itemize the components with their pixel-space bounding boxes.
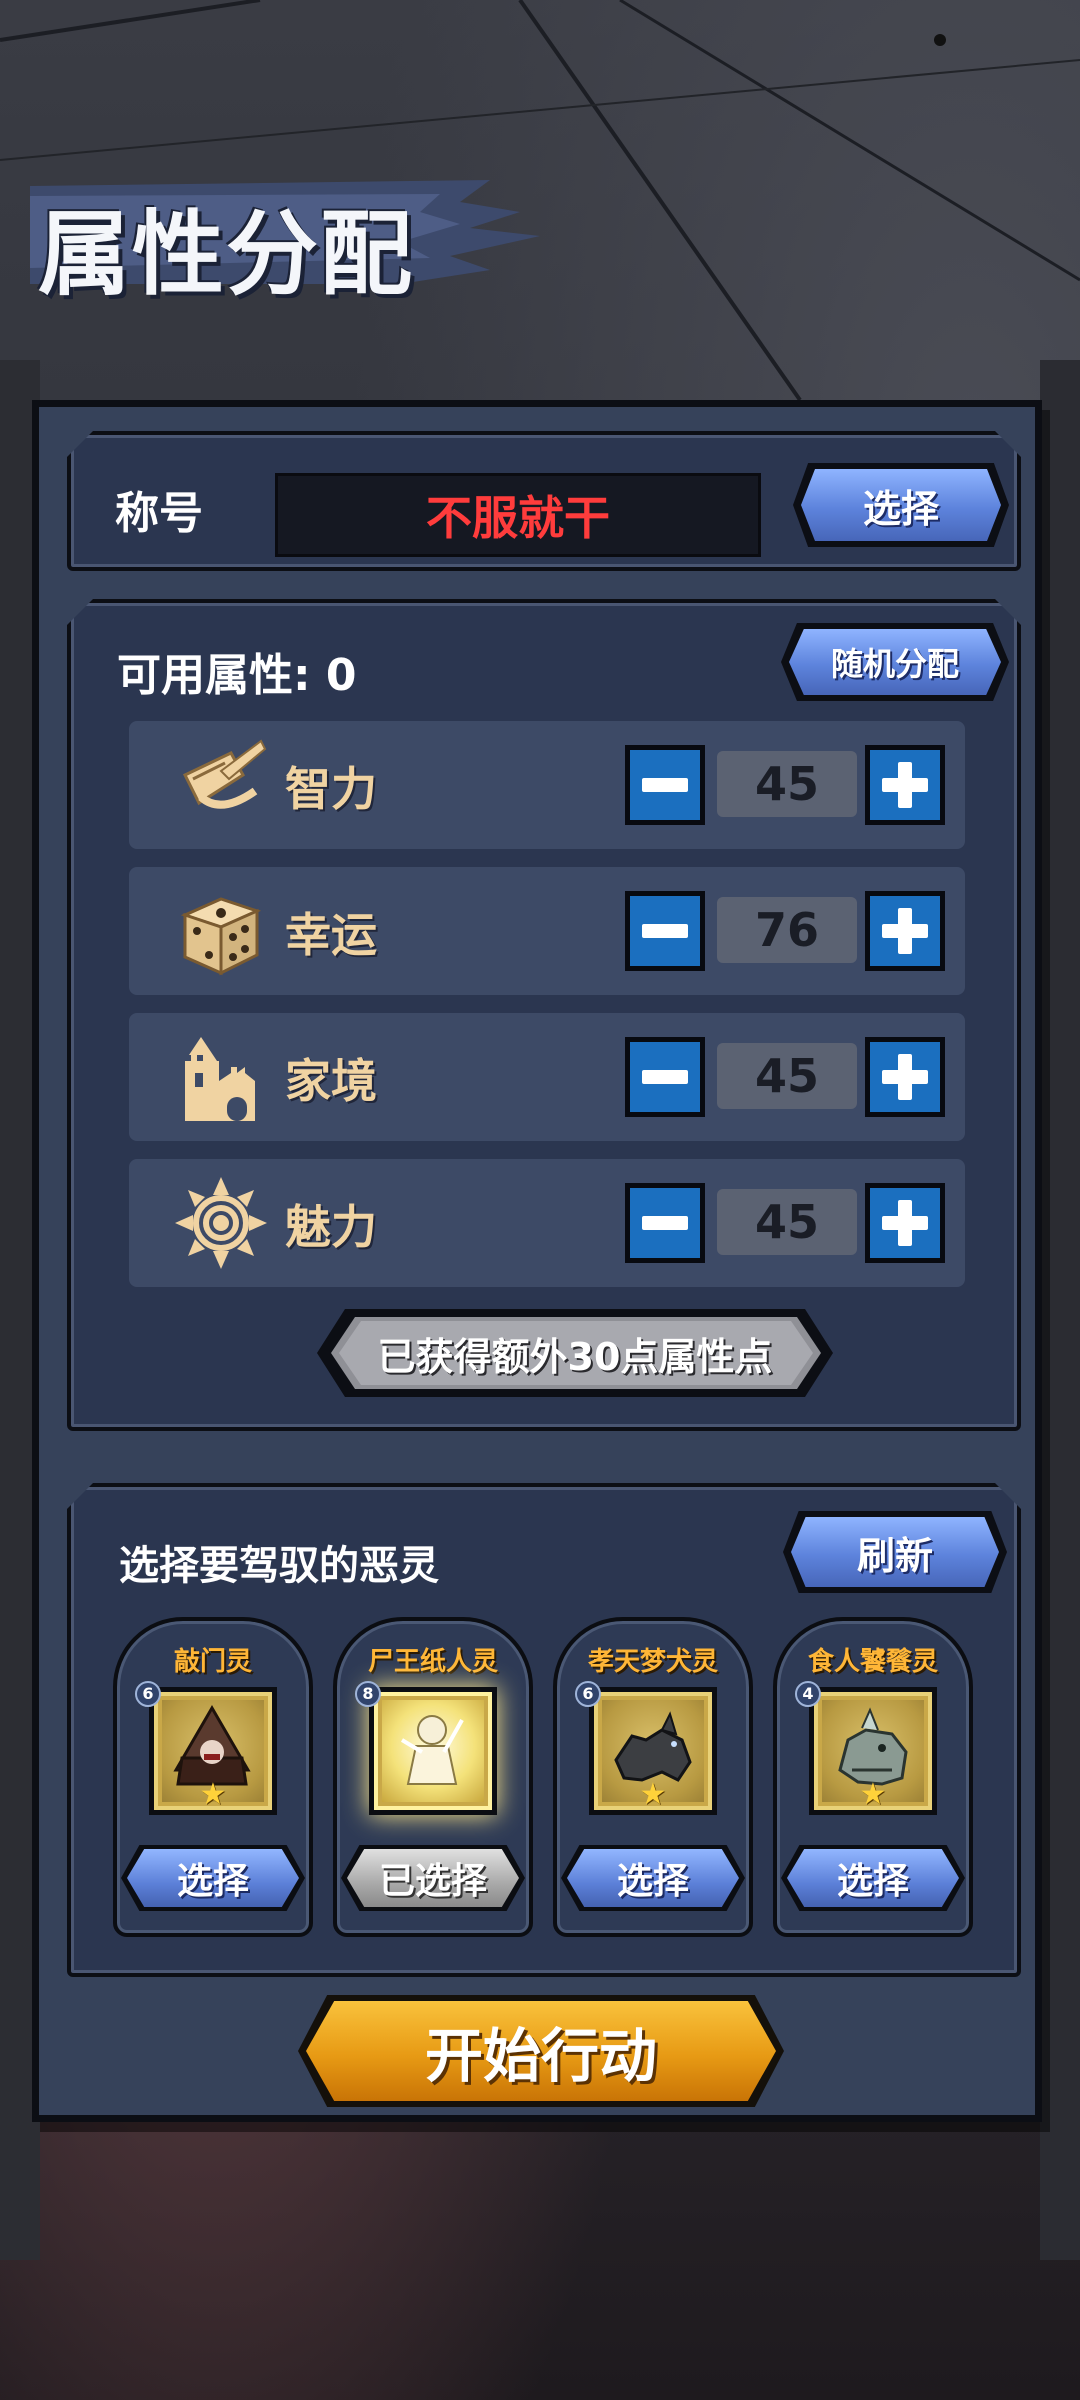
minus-icon (642, 1216, 688, 1230)
star-icon: ★ (199, 1777, 227, 1812)
attribute-name: 智力 (285, 762, 377, 816)
spirit-name: 尸王纸人灵 (367, 1647, 498, 1677)
select-title-button[interactable]: 选择 (801, 469, 1001, 541)
minus-icon (642, 924, 688, 938)
select-spirit-button[interactable]: 选择 (567, 1849, 739, 1907)
attribute-value: 76 (717, 897, 857, 963)
decrease-charm-button[interactable] (625, 1183, 705, 1263)
attribute-name: 魅力 (285, 1200, 377, 1254)
bonus-points-text: 已获得额外30点属性点 (377, 1334, 773, 1379)
star-icon: ★ (639, 1777, 667, 1812)
decrease-intelligence-button[interactable] (625, 745, 705, 825)
spirit-name: 敲门灵 (173, 1647, 252, 1677)
increase-luck-button[interactable] (865, 891, 945, 971)
bonus-points-banner: 已获得额外30点属性点 (315, 1303, 835, 1403)
random-assign-button[interactable]: 随机分配 (789, 629, 1001, 695)
paper-figure-spirit (400, 1715, 464, 1785)
start-action-button[interactable]: 开始行动 (306, 2001, 776, 2101)
castle-icon (185, 1037, 255, 1121)
refresh-button[interactable]: 刷新 (791, 1517, 999, 1587)
spirit-portrait: ★ (369, 1687, 497, 1815)
spirits-heading: 选择要驾驭的恶灵 (119, 1543, 439, 1589)
increase-charm-button[interactable] (865, 1183, 945, 1263)
attribute-row-intelligence: 智力 45 (129, 721, 965, 849)
page-title: 属性分配 (38, 201, 415, 308)
title-name-label: 称号 (115, 488, 203, 539)
attribute-name: 幸运 (285, 908, 377, 962)
spirit-portrait: ★ (589, 1687, 717, 1815)
main-panel: 称号 不服就干 选择 可用属性: 0 随机分配 智力 45 幸运 76 家境 4… (32, 400, 1042, 2122)
level-badge: 6 (135, 1681, 161, 1707)
attribute-name: 家境 (285, 1054, 377, 1108)
sun-charm-icon (175, 1177, 267, 1269)
level-badge: 6 (575, 1681, 601, 1707)
spirit-card[interactable]: 孝天梦犬灵 ★ 6 选择 (553, 1617, 753, 1937)
spirit-name: 孝天梦犬灵 (587, 1647, 718, 1677)
spirit-name: 食人饕餮灵 (807, 1647, 938, 1677)
increase-family-button[interactable] (865, 1037, 945, 1117)
spirit-portrait: ★ (809, 1687, 937, 1815)
level-badge: 4 (795, 1681, 821, 1707)
select-spirit-button[interactable]: 选择 (787, 1849, 959, 1907)
spirit-card[interactable]: 食人饕餮灵 ★ 4 选择 (773, 1617, 973, 1937)
scroll-quill-icon (182, 739, 267, 809)
spirit-portrait: ★ (149, 1687, 277, 1815)
available-points-label: 可用属性: 0 (117, 650, 357, 701)
minus-icon (642, 778, 688, 792)
select-spirit-button[interactable]: 选择 (127, 1849, 299, 1907)
attribute-row-family: 家境 45 (129, 1013, 965, 1141)
spirits-panel: 选择要驾驭的恶灵 刷新 敲门灵 ★ 6 选择 尸王纸人灵 8 已选择 孝天梦犬灵… (67, 1483, 1021, 1977)
attributes-panel: 可用属性: 0 随机分配 智力 45 幸运 76 家境 45 魅力 45 已获得… (67, 599, 1021, 1431)
title-name-value: 不服就干 (275, 473, 761, 557)
attribute-row-charm: 魅力 45 (129, 1159, 965, 1287)
decrease-family-button[interactable] (625, 1037, 705, 1117)
title-name-panel: 称号 不服就干 选择 (67, 431, 1021, 571)
level-badge: 8 (355, 1681, 381, 1707)
selected-spirit-button[interactable]: 已选择 (347, 1849, 519, 1907)
spirit-card[interactable]: 敲门灵 ★ 6 选择 (113, 1617, 313, 1937)
attribute-value: 45 (717, 751, 857, 817)
page-title-block: 属性分配 (20, 172, 540, 308)
attribute-row-luck: 幸运 76 (129, 867, 965, 995)
attribute-value: 45 (717, 1043, 857, 1109)
dice-icon (180, 897, 262, 976)
attribute-value: 45 (717, 1189, 857, 1255)
increase-intelligence-button[interactable] (865, 745, 945, 825)
spirit-card[interactable]: 尸王纸人灵 ★ 8 已选择 (333, 1617, 533, 1937)
decrease-luck-button[interactable] (625, 891, 705, 971)
minus-icon (642, 1070, 688, 1084)
star-icon: ★ (859, 1777, 887, 1812)
